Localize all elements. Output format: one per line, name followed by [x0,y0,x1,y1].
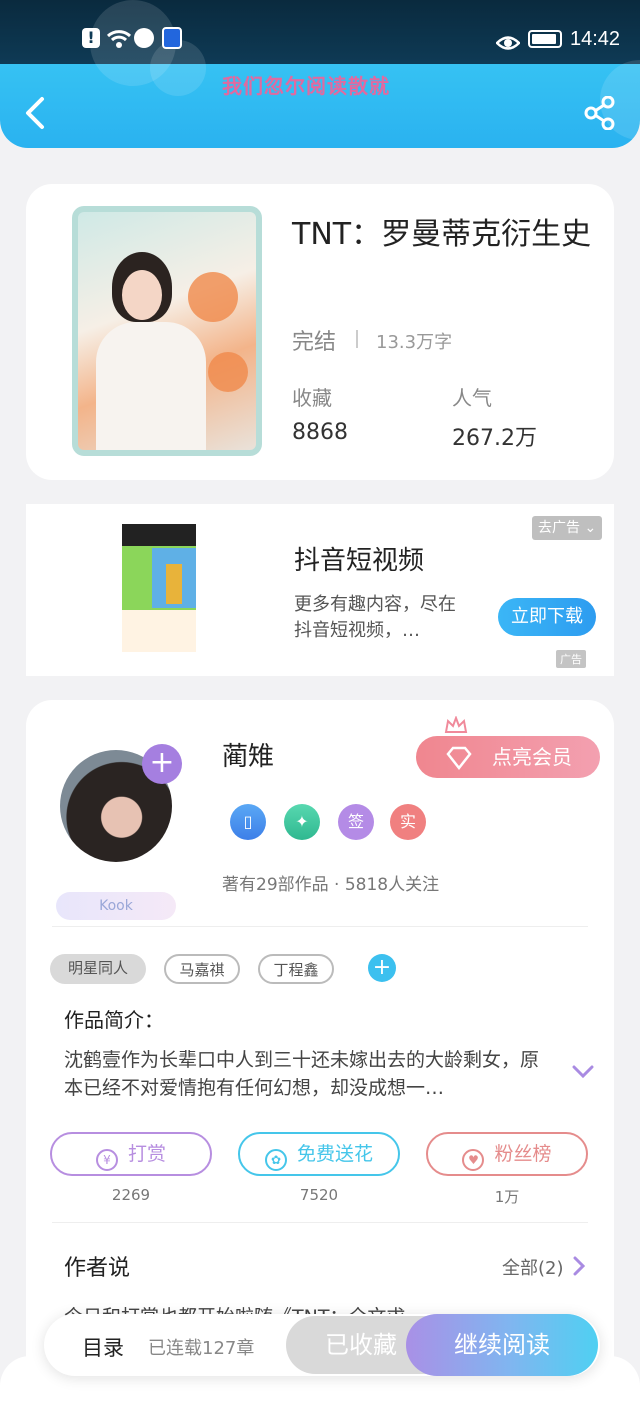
eye-icon [496,36,520,50]
author-say-title: 作者说 [64,1256,131,1281]
remove-ads-label: 去广告 [538,520,580,536]
divider [52,926,588,927]
marquee-text: 我们忽尔阅读散就 [222,74,390,98]
phone-medal-icon[interactable]: ▯ [230,804,266,840]
send-flower-button[interactable]: ✿ 免费送花 [238,1132,400,1176]
ad-thumb-character [166,564,182,604]
flower-count: 7520 [299,1186,339,1204]
book-cover[interactable] [72,206,262,456]
popularity-value: 267.2万 [452,426,537,451]
user-heart-icon: ♥ [462,1149,485,1171]
cover-figure-face [122,270,162,320]
tag-item[interactable]: 马嘉祺 [164,954,240,984]
chapter-count: 已连载127章 [148,1338,255,1359]
flower-icon: ✿ [264,1149,287,1171]
favorites-label: 收藏 [292,386,332,410]
ad-banner[interactable]: 抖音短视频 更多有趣内容，尽在抖音短视频，… 去广告 ⌄ 立即下载 广告 [26,504,614,676]
send-flower-label: 免费送花 [296,1143,373,1165]
add-tag-button[interactable]: + [368,954,396,982]
book-info-card: TNT：罗曼蒂克衍生史 完结 13.3万字 收藏 人气 8868 267.2万 [26,184,614,480]
ad-description: 更多有趣内容，尽在抖音短视频，… [294,594,456,641]
ad-thumb-bottom [122,610,196,652]
globe-icon [134,28,154,48]
toc-button[interactable]: 目录 [82,1332,124,1362]
ad-thumbnail [122,524,196,652]
download-button[interactable]: 立即下载 [498,598,596,636]
tip-label: 打赏 [127,1143,166,1165]
back-icon[interactable] [22,96,48,130]
battery-icon [528,30,562,48]
book-status: 完结 [292,330,337,355]
signed-medal-icon[interactable]: 签 [338,804,374,840]
tip-count: 2269 [111,1186,151,1204]
tag-item[interactable]: 丁程鑫 [258,954,334,984]
cover-title-art [170,237,248,306]
alert-icon: ! [82,28,100,48]
popularity-label: 人气 [452,386,492,410]
divider [356,330,358,348]
author-name[interactable]: 蔺雉 [222,736,274,773]
divider [52,1222,588,1223]
continue-reading-button[interactable]: 继续阅读 [406,1314,598,1376]
bottom-action-bar: 目录 已连载127章 已收藏 继续阅读 [44,1314,600,1376]
cover-figure-dress [96,322,206,450]
diamond-icon [446,746,472,770]
handshake-medal-icon[interactable]: ✦ [284,804,320,840]
author-say-all-link[interactable]: 全部(2) [502,1254,564,1280]
chevron-right-icon[interactable] [572,1256,586,1276]
fan-ranking-label: 粉丝榜 [494,1143,552,1165]
ad-title: 抖音短视频 [294,546,425,576]
status-bar: ! 14:42 [0,0,640,64]
bulb-icon [162,27,182,49]
ad-tag: 广告 [556,650,586,668]
status-time: 14:42 [570,28,621,50]
chevron-down-icon[interactable] [572,1064,594,1080]
wifi-icon [106,30,132,48]
intro-text: 沈鹤壹作为长辈口中人到三十还未嫁出去的大龄剩女，原本已经不对爱情抱有任何幻想，却… [64,1049,540,1099]
crown-icon [444,716,468,733]
book-word-count: 13.3万字 [376,332,453,353]
top-header: ! 14:42 我们忽尔阅读散就 [0,0,640,148]
yen-icon: ¥ [95,1149,118,1171]
fan-count: 1万 [494,1188,520,1206]
favorites-value: 8868 [292,420,348,445]
verified-medal-icon[interactable]: 实 [390,804,426,840]
fan-badge: Kook [56,892,176,920]
remove-ads-button[interactable]: 去广告 ⌄ [532,516,603,540]
cover-flower [208,352,248,392]
share-icon[interactable] [584,96,616,130]
ad-thumb-topbar [122,524,196,546]
intro-title: 作品简介： [64,1008,164,1032]
fan-ranking-button[interactable]: ♥ 粉丝榜 [426,1132,588,1176]
tag-category[interactable]: 明星同人 [50,954,146,984]
author-meta: 著有29部作品 · 5818人关注 [222,875,440,895]
tip-button[interactable]: ¥ 打赏 [50,1132,212,1176]
follow-author-button[interactable]: + [142,744,182,784]
book-title: TNT：罗曼蒂克衍生史 [292,217,592,252]
